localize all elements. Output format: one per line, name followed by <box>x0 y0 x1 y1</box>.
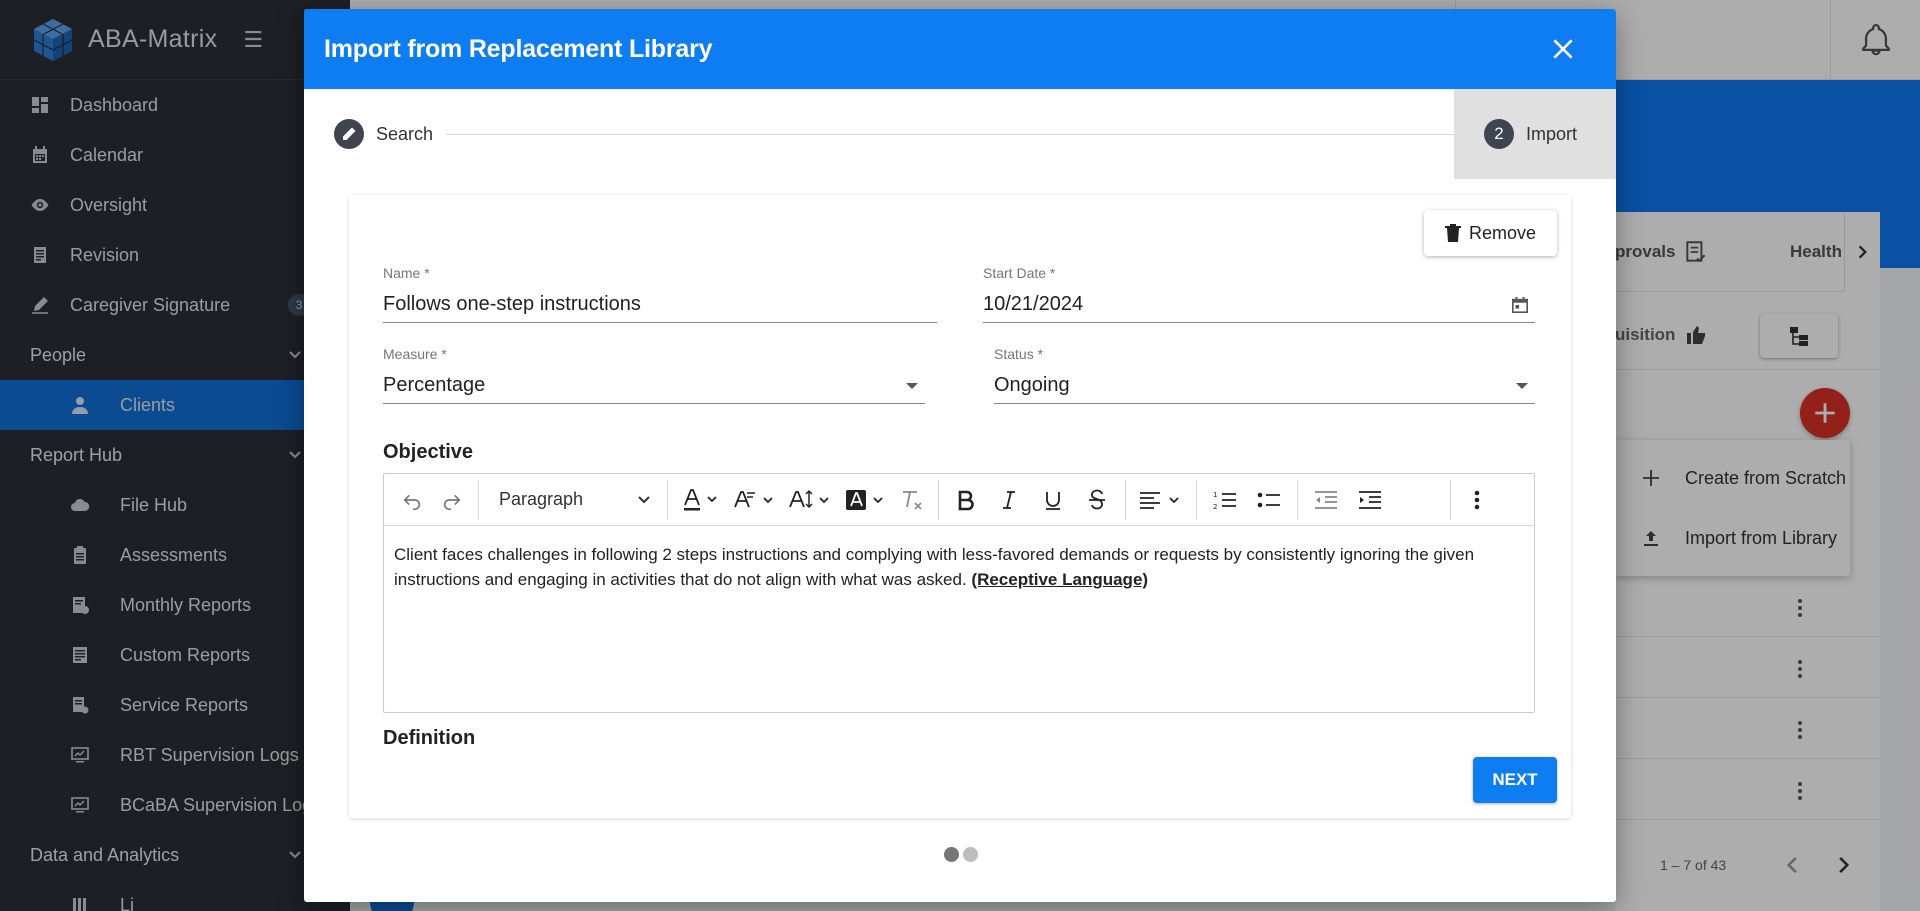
next-button[interactable]: NEXT <box>1473 757 1557 803</box>
clear-format-icon <box>903 490 922 510</box>
objective-text: Client faces challenges in following 2 s… <box>394 545 1475 589</box>
block-format-value: Paragraph <box>499 489 584 509</box>
start-date-input[interactable]: 10/21/2024 <box>983 287 1535 323</box>
step-connector <box>446 134 1471 135</box>
step-number: 2 <box>1484 119 1514 149</box>
numbered-list-button[interactable]: 12 <box>1203 480 1247 520</box>
field-label: Status * <box>994 346 1044 362</box>
toolbar-divider <box>1125 479 1126 520</box>
strikethrough-button[interactable] <box>1075 480 1119 520</box>
toolbar-divider <box>938 479 939 520</box>
redo-button[interactable] <box>432 480 472 520</box>
strikethrough-icon <box>1089 489 1105 509</box>
indent-button[interactable] <box>1348 480 1392 520</box>
status-select[interactable]: Ongoing <box>994 368 1535 404</box>
highlight-icon <box>846 489 883 510</box>
field-value: Percentage <box>383 374 486 396</box>
highlight-color-button[interactable] <box>838 480 892 520</box>
font-color-button[interactable] <box>674 480 726 520</box>
numbered-list-icon: 12 <box>1213 491 1236 511</box>
objective-editor: Paragraph 1 2 Client faces challenges in… <box>383 473 1535 713</box>
toolbar-divider <box>1297 479 1298 520</box>
font-size-button[interactable] <box>782 480 838 520</box>
bulleted-list-icon <box>1257 492 1280 507</box>
step-search[interactable]: Search <box>334 119 433 149</box>
step-import[interactable]: 2 Import <box>1454 89 1616 179</box>
field-label: Measure * <box>383 346 447 362</box>
redo-icon <box>443 494 461 510</box>
name-input[interactable]: Follows one-step instructions <box>383 287 937 323</box>
dropdown-arrow-icon <box>906 382 918 389</box>
bold-icon <box>958 490 974 510</box>
measure-select[interactable]: Percentage <box>383 368 925 404</box>
field-value: Ongoing <box>994 374 1070 396</box>
pencil-icon <box>334 119 364 149</box>
status-field[interactable]: Status * Ongoing <box>994 346 1535 404</box>
font-family-icon <box>734 490 773 507</box>
definition-heading: Definition <box>383 727 476 749</box>
measure-field[interactable]: Measure * Percentage <box>383 346 925 404</box>
editor-content[interactable]: Client faces challenges in following 2 s… <box>384 526 1534 608</box>
font-color-icon <box>684 488 717 510</box>
font-family-button[interactable] <box>726 480 782 520</box>
stepper: Search 2 Import <box>304 89 1616 179</box>
remove-label: Remove <box>1468 222 1537 243</box>
field-value: Follows one-step instructions <box>383 293 641 315</box>
more-options-button[interactable] <box>1457 480 1497 520</box>
trash-icon <box>1444 224 1461 242</box>
import-card: Remove Name * Follows one-step instructi… <box>349 195 1571 818</box>
more-vertical-icon <box>1474 490 1480 509</box>
dialog-header: Import from Replacement Library <box>304 9 1616 89</box>
field-label: Name * <box>383 265 430 281</box>
name-field[interactable]: Name * Follows one-step instructions <box>383 265 937 323</box>
page-dot-active[interactable] <box>944 847 959 862</box>
italic-button[interactable] <box>987 480 1031 520</box>
bulleted-list-button[interactable] <box>1247 480 1291 520</box>
dialog-title: Import from Replacement Library <box>324 34 713 63</box>
remove-button[interactable]: Remove <box>1424 210 1557 256</box>
font-size-icon <box>789 489 829 508</box>
toolbar-divider <box>667 479 668 520</box>
dropdown-arrow-icon <box>1516 382 1528 389</box>
objective-reference: (Receptive Language) <box>971 570 1149 589</box>
underline-button[interactable] <box>1031 480 1075 520</box>
undo-button[interactable] <box>392 480 432 520</box>
bold-button[interactable] <box>945 480 987 520</box>
step-label: Import <box>1526 123 1578 144</box>
field-value: 10/21/2024 <box>983 293 1084 315</box>
block-format-select[interactable]: Paragraph <box>485 480 661 520</box>
align-left-icon <box>1140 491 1179 509</box>
import-dialog: Import from Replacement Library Search 2… <box>304 9 1616 902</box>
svg-text:1: 1 <box>1213 491 1217 499</box>
underline-icon <box>1046 491 1060 510</box>
step-pagination <box>944 847 978 862</box>
toolbar-divider <box>1196 479 1197 520</box>
page-dot[interactable] <box>963 847 978 862</box>
close-icon[interactable] <box>1550 36 1576 62</box>
start-date-field[interactable]: Start Date * 10/21/2024 <box>983 265 1535 323</box>
italic-icon <box>1003 490 1015 509</box>
field-label: Start Date * <box>983 265 1056 281</box>
indent-icon <box>1359 490 1381 509</box>
editor-toolbar: Paragraph 1 2 <box>384 474 1534 526</box>
toolbar-divider <box>1450 479 1451 520</box>
svg-text:2: 2 <box>1213 503 1217 511</box>
outdent-icon <box>1315 490 1337 509</box>
clear-formatting-button[interactable] <box>892 480 932 520</box>
outdent-button[interactable] <box>1304 480 1348 520</box>
chevron-down-icon <box>638 495 650 503</box>
toolbar-divider <box>478 479 479 520</box>
calendar-icon[interactable] <box>1511 296 1529 314</box>
undo-icon <box>403 494 421 510</box>
align-button[interactable] <box>1132 480 1190 520</box>
step-label: Search <box>376 123 434 144</box>
objective-heading: Objective <box>383 441 474 463</box>
